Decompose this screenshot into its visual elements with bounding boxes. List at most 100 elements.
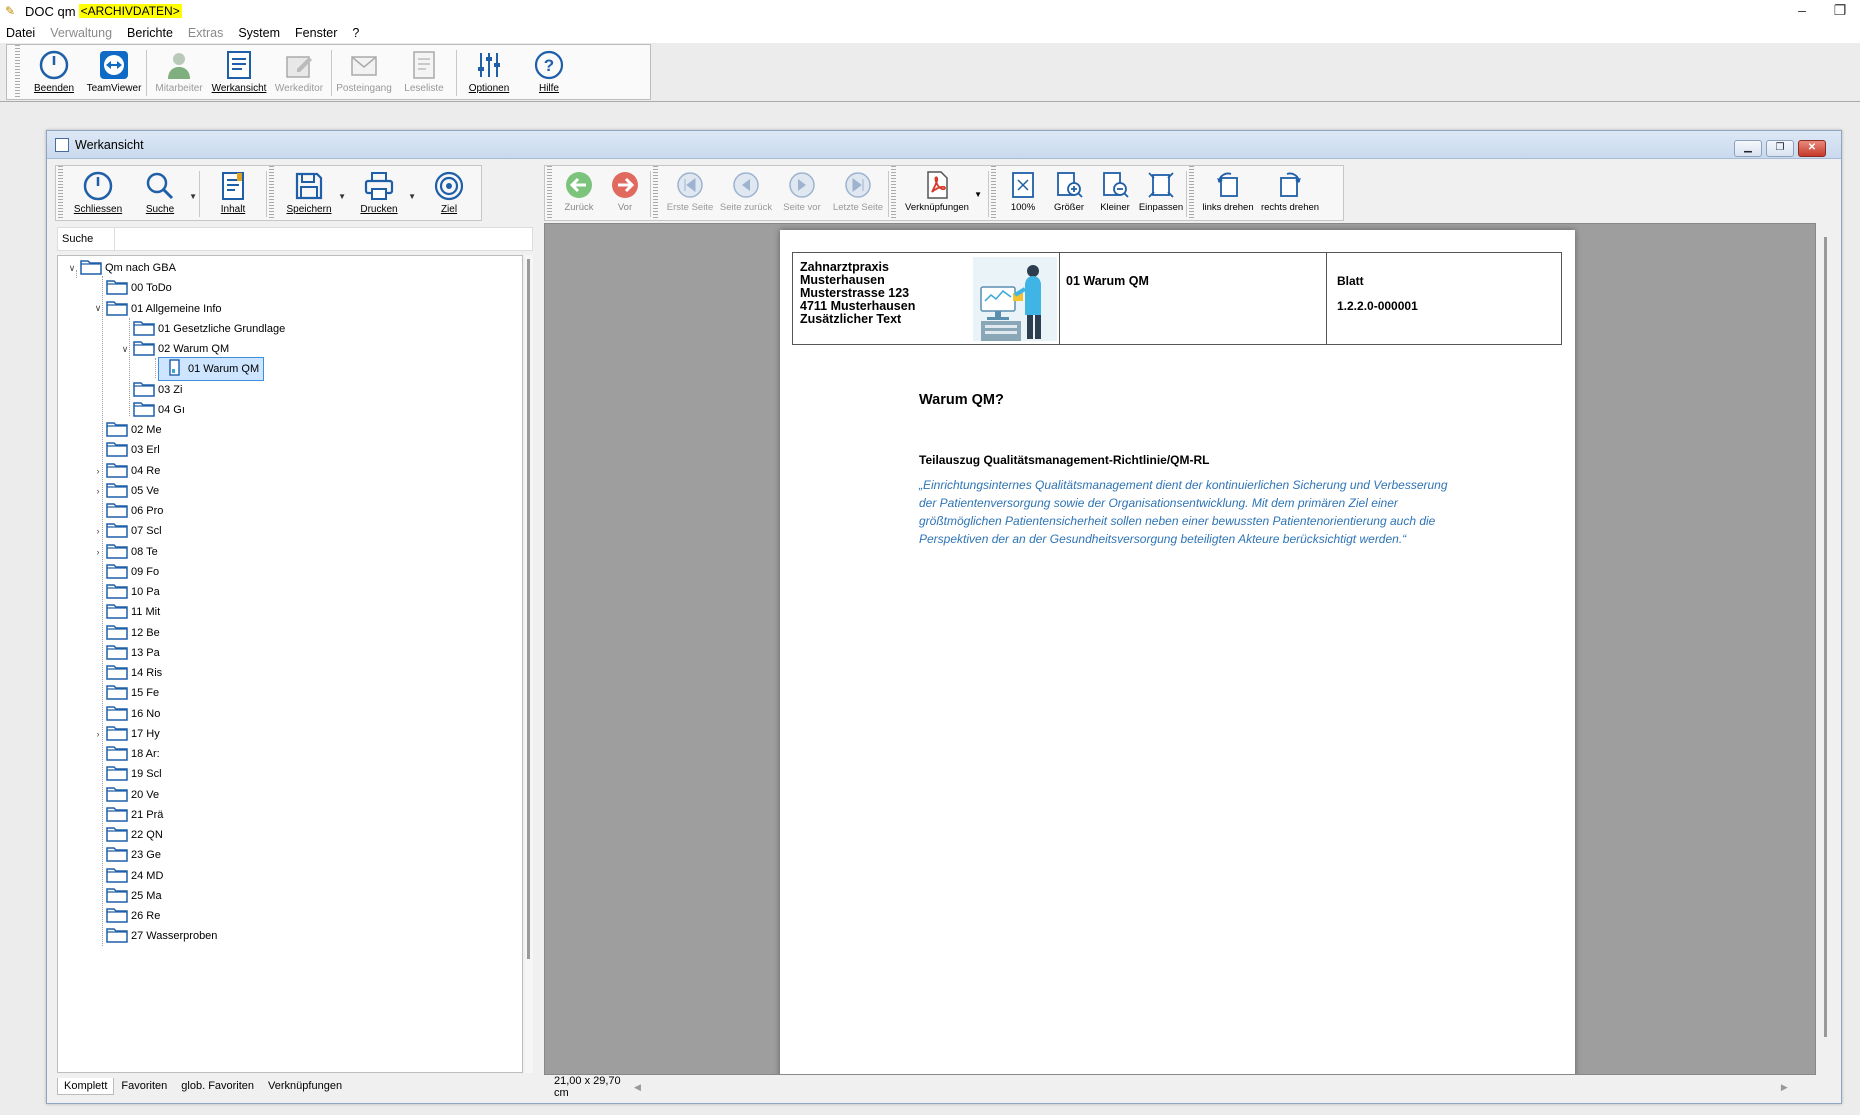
tree-item[interactable]: 14 Ris — [92, 663, 162, 683]
optionen-button[interactable]: Optionen — [459, 45, 519, 99]
hilfe-button[interactable]: ? Hilfe — [519, 45, 579, 99]
tree-item-content[interactable]: 01 Warum QM — [158, 357, 265, 382]
tree-item-content[interactable]: 19 Scl — [104, 764, 162, 784]
collapse-icon[interactable]: ∨ — [92, 303, 104, 314]
tree-item-content[interactable]: 24 MD — [104, 866, 163, 886]
beenden-button[interactable]: Beenden — [24, 45, 84, 99]
tree-item[interactable]: ∨ 02 Warum QM — [119, 339, 229, 359]
menu-system[interactable]: System — [238, 26, 280, 40]
einpassen-button[interactable]: Einpassen — [1138, 166, 1184, 220]
tree-item-content[interactable]: 10 Pa — [104, 582, 160, 602]
tree-item[interactable]: › 17 Hy — [92, 724, 160, 744]
tree-item[interactable]: 24 MD — [92, 866, 163, 886]
tree-item[interactable]: 21 Prä — [92, 805, 163, 825]
dropdown-arrow-icon[interactable]: ▼ — [189, 192, 197, 201]
seite-zurueck-button[interactable]: Seite zurück — [718, 166, 774, 220]
tree-item-content[interactable]: 14 Ris — [104, 663, 162, 683]
schliessen-button[interactable]: Schliessen — [67, 166, 129, 220]
posteingang-button[interactable]: Posteingang — [334, 45, 394, 99]
tree-item[interactable]: › 04 Re — [92, 461, 160, 481]
tab-verknuepfungen[interactable]: Verknüpfungen — [261, 1077, 349, 1095]
tree-item-content[interactable]: 16 No — [104, 704, 160, 724]
toolbar-grip[interactable] — [653, 166, 658, 220]
tree-item-content[interactable]: 05 Ve — [104, 481, 159, 501]
tree-item-content[interactable]: 07 Scl — [104, 521, 162, 541]
tree-item[interactable]: 19 Scl — [92, 764, 162, 784]
tree-item[interactable]: 22 QN — [92, 825, 163, 845]
toolbar-grip[interactable] — [1189, 166, 1194, 220]
dropdown-arrow-icon[interactable]: ▼ — [408, 192, 416, 201]
tree-item[interactable]: 00 ToDo — [92, 278, 172, 298]
zoom-100-button[interactable]: 100% — [1000, 166, 1046, 220]
dropdown-arrow-icon[interactable]: ▼ — [974, 190, 982, 199]
expand-icon[interactable]: › — [92, 547, 104, 557]
expand-icon[interactable]: › — [92, 486, 104, 496]
tree-item[interactable]: 09 Fo — [92, 562, 159, 582]
scroll-right-icon[interactable]: ▶ — [1781, 1082, 1788, 1093]
tree-item-content[interactable]: 12 Be — [104, 623, 160, 643]
tree-item-content[interactable]: 02 Warum QM — [131, 339, 229, 359]
tree-scrollbar[interactable] — [525, 255, 533, 1073]
tree-item[interactable]: 16 No — [92, 704, 160, 724]
minimize-button[interactable]: – — [1784, 0, 1820, 22]
dropdown-arrow-icon[interactable]: ▼ — [338, 192, 346, 201]
tree-item-content[interactable]: 06 Pro — [104, 501, 163, 521]
tree-item-content[interactable]: 04 Gı — [131, 400, 185, 420]
tree-item[interactable]: ∨ Qm nach GBA — [66, 258, 176, 278]
menu-extras[interactable]: Extras — [188, 26, 223, 40]
tree-item[interactable]: 06 Pro — [92, 501, 163, 521]
collapse-icon[interactable]: ∨ — [66, 263, 78, 274]
tree-item-content[interactable]: 11 Mit — [104, 602, 160, 622]
tree-item-content[interactable]: 04 Re — [104, 461, 160, 481]
child-close-button[interactable]: ✕ — [1798, 140, 1826, 157]
toolbar-grip[interactable] — [15, 45, 20, 99]
suche-button[interactable]: Suche ▼ — [129, 166, 197, 220]
tree-item[interactable]: 01 Warum QM — [146, 357, 265, 382]
werkansicht-button[interactable]: Werkansicht — [209, 45, 269, 99]
tree-item[interactable]: 11 Mit — [92, 602, 160, 622]
tree-item-content[interactable]: 02 Me — [104, 420, 162, 440]
kleiner-button[interactable]: Kleiner — [1092, 166, 1138, 220]
tree-item[interactable]: 15 Fe — [92, 683, 159, 703]
tree-item-content[interactable]: 25 Ma — [104, 886, 162, 906]
letzte-seite-button[interactable]: Letzte Seite — [830, 166, 886, 220]
menu-verwaltung[interactable]: Verwaltung — [50, 26, 112, 40]
document-viewer[interactable]: Zahnarztpraxis Musterhausen Musterstrass… — [544, 223, 1816, 1075]
verknuepfungen-button[interactable]: Verknüpfungen ▼ — [900, 166, 982, 220]
werkeditor-button[interactable]: Werkeditor — [269, 45, 329, 99]
tree-item-content[interactable]: 20 Ve — [104, 785, 159, 805]
restore-button[interactable]: ❐ — [1822, 0, 1858, 22]
tree-item[interactable]: › 07 Scl — [92, 521, 162, 541]
mitarbeiter-button[interactable]: Mitarbeiter — [149, 45, 209, 99]
tree-item[interactable]: 13 Pa — [92, 643, 160, 663]
ziel-button[interactable]: Ziel — [418, 166, 480, 220]
links-drehen-button[interactable]: links drehen — [1198, 166, 1258, 220]
expand-icon[interactable]: › — [92, 729, 104, 739]
scrollbar-thumb[interactable] — [527, 259, 530, 959]
tree-item-content[interactable]: Qm nach GBA — [78, 258, 176, 278]
scroll-left-icon[interactable]: ◀ — [634, 1082, 641, 1093]
tree-item[interactable]: 03 Zi — [119, 380, 182, 400]
groesser-button[interactable]: Größer — [1046, 166, 1092, 220]
child-restore-button[interactable]: ❐ — [1766, 140, 1794, 157]
tree-item-content[interactable]: 17 Hy — [104, 724, 160, 744]
tree-item[interactable]: 25 Ma — [92, 886, 162, 906]
tree-item-content[interactable]: 27 Wasserproben — [104, 926, 217, 946]
tree-item[interactable]: 12 Be — [92, 623, 160, 643]
tab-glob-favoriten[interactable]: glob. Favoriten — [174, 1077, 261, 1095]
tab-komplett[interactable]: Komplett — [57, 1077, 115, 1095]
toolbar-grip[interactable] — [991, 166, 996, 220]
tree-item-content[interactable]: 21 Prä — [104, 805, 163, 825]
search-input[interactable] — [114, 228, 532, 250]
tree-item-content[interactable]: 08 Te — [104, 542, 158, 562]
toolbar-grip[interactable] — [58, 166, 63, 220]
seite-vor-button[interactable]: Seite vor — [774, 166, 830, 220]
tree-item-content[interactable]: 18 Ar: — [104, 744, 160, 764]
tree-item[interactable]: 03 Erl — [92, 440, 160, 460]
tree-item[interactable]: 23 Ge — [92, 845, 161, 865]
expand-icon[interactable]: › — [92, 466, 104, 476]
toolbar-grip[interactable] — [547, 166, 552, 220]
tree-item[interactable]: 10 Pa — [92, 582, 160, 602]
tree-item-content[interactable]: 03 Zi — [131, 380, 182, 400]
tree-item-content[interactable]: 26 Re — [104, 906, 160, 926]
